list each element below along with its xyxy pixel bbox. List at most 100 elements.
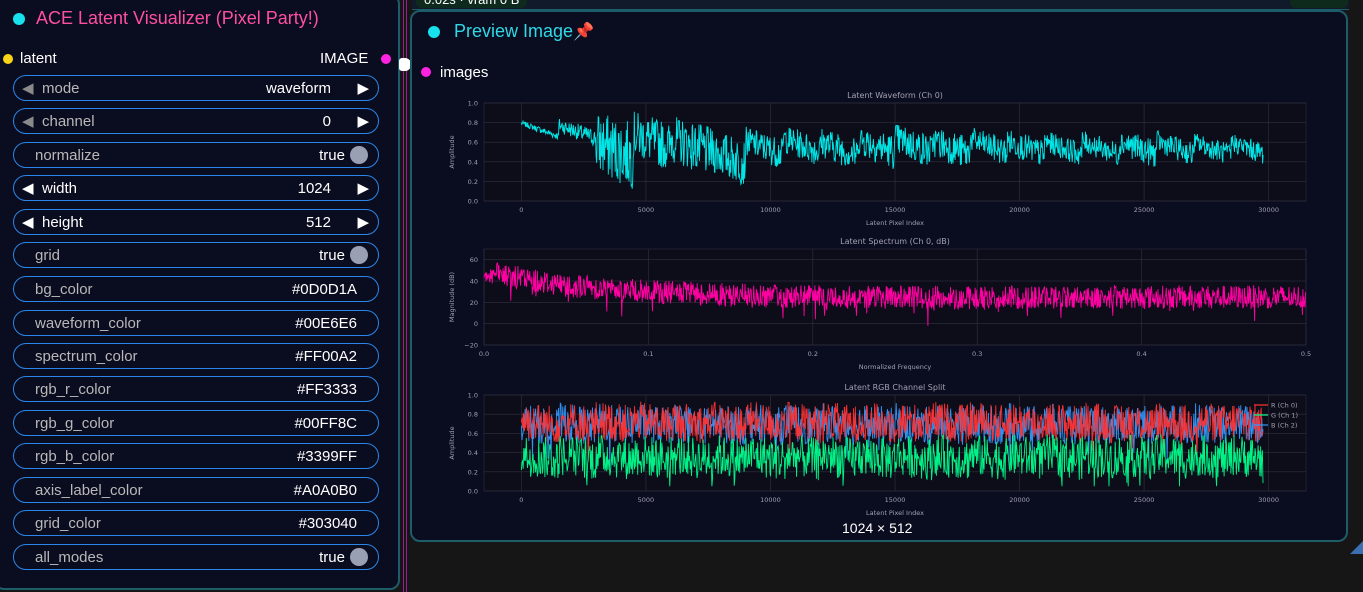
decrement-arrow-icon[interactable]: ◀ (22, 79, 34, 97)
widget-grid[interactable]: grid true (13, 242, 379, 268)
preview-title-text: Preview Image (454, 21, 574, 41)
x-axis-label: Latent Pixel Index (866, 219, 924, 227)
chart-title: Latent RGB Channel Split (844, 383, 945, 392)
latent-input-slot-dot[interactable] (3, 54, 13, 64)
y-axis-label: Magnitude (dB) (448, 272, 456, 322)
widget-value: 1024 (297, 180, 331, 197)
increment-arrow-icon[interactable]: ▶ (357, 112, 369, 130)
decrement-arrow-icon[interactable]: ◀ (22, 112, 34, 130)
preview-node-title: Preview Image📌 (454, 21, 594, 42)
x-tick-label: 5000 (638, 496, 655, 504)
widget-label: all_modes (35, 549, 104, 566)
widget-channel[interactable]: ◀ channel 0 ▶ (13, 108, 379, 134)
widget-grid-color[interactable]: grid_color #303040 (13, 510, 379, 536)
x-tick-label: 0.5 (1301, 350, 1311, 358)
widget-width[interactable]: ◀ width 1024 ▶ (13, 175, 379, 201)
widget-value: #FF00A2 (295, 348, 357, 365)
node-collapse-dot[interactable] (428, 26, 440, 38)
widget-value: #00FF8C (294, 415, 357, 432)
y-tick-label: 60 (470, 256, 478, 264)
y-tick-label: 0.4 (468, 158, 478, 166)
legend-label: G (Ch 1) (1271, 412, 1298, 420)
widget-bg-color[interactable]: bg_color #0D0D1A (13, 276, 379, 302)
widget-label: bg_color (35, 281, 93, 298)
widget-value: #0D0D1A (291, 281, 357, 298)
x-tick-label: 20000 (1009, 496, 1030, 504)
y-tick-label: 20 (470, 299, 478, 307)
widget-label: normalize (35, 147, 101, 164)
y-tick-label: 1.0 (468, 100, 478, 108)
chart-title: Latent Waveform (Ch 0) (847, 91, 943, 100)
pushpin-icon[interactable]: 📌 (573, 22, 594, 41)
execution-stats-badge: 0.02s · vram 0 B (416, 0, 528, 8)
y-tick-label: 0.0 (468, 488, 478, 496)
widget-rgb-g-color[interactable]: rgb_g_color #00FF8C (13, 410, 379, 436)
legend-label: B (Ch 2) (1271, 422, 1297, 430)
widget-height[interactable]: ◀ height 512 ▶ (13, 209, 379, 235)
toggle-knob-icon[interactable] (350, 246, 368, 264)
decrement-arrow-icon[interactable]: ◀ (22, 179, 34, 197)
widget-label: rgb_g_color (35, 415, 115, 432)
y-tick-label: 1.0 (468, 392, 478, 400)
image-output-label: IMAGE (320, 50, 369, 67)
widget-value: waveform (265, 80, 331, 97)
x-axis-label: Normalized Frequency (859, 363, 932, 371)
decrement-arrow-icon[interactable]: ◀ (22, 213, 34, 231)
widget-all-modes[interactable]: all_modes true (13, 544, 379, 570)
x-tick-label: 5000 (638, 206, 655, 214)
widget-mode[interactable]: ◀ mode waveform ▶ (13, 75, 379, 101)
x-tick-label: 0.1 (643, 350, 653, 358)
image-output-slot-dot[interactable] (381, 54, 391, 64)
widget-label: channel (42, 113, 95, 130)
x-tick-label: 0.4 (1136, 350, 1146, 358)
image-dimensions: 1024 × 512 (842, 520, 913, 536)
x-tick-label: 20000 (1009, 206, 1030, 214)
widget-normalize[interactable]: normalize true (13, 142, 379, 168)
widget-label: mode (42, 80, 80, 97)
x-tick-label: 25000 (1134, 496, 1155, 504)
upstream-node-badge (1290, 0, 1348, 8)
widget-value: true (319, 147, 345, 164)
y-tick-label: 0.8 (468, 119, 478, 127)
preview-image-charts: Latent Waveform (Ch 0) Latent Pixel Index… (448, 91, 1311, 517)
widget-spectrum-color[interactable]: spectrum_color #FF00A2 (13, 343, 379, 369)
toggle-knob-icon[interactable] (350, 146, 368, 164)
increment-arrow-icon[interactable]: ▶ (357, 79, 369, 97)
x-tick-label: 10000 (760, 496, 781, 504)
increment-arrow-icon[interactable]: ▶ (357, 179, 369, 197)
x-tick-label: 0.2 (808, 350, 818, 358)
resize-handle[interactable] (1350, 541, 1363, 554)
widget-value: 512 (305, 214, 331, 231)
legend-label: R (Ch 0) (1271, 402, 1298, 410)
y-tick-label: 0.6 (468, 139, 478, 147)
increment-arrow-icon[interactable]: ▶ (357, 213, 369, 231)
widget-label: grid (35, 247, 61, 264)
y-axis-label: Amplitude (448, 426, 456, 459)
x-tick-label: 0.3 (972, 350, 982, 358)
widget-value: #A0A0B0 (293, 482, 357, 499)
widget-label: spectrum_color (35, 348, 138, 365)
images-input-slot-dot[interactable] (421, 67, 431, 77)
y-tick-label: 40 (470, 278, 478, 286)
widget-value: true (319, 247, 345, 264)
widget-waveform-color[interactable]: waveform_color #00E6E6 (13, 310, 379, 336)
y-tick-label: 0.8 (468, 411, 478, 419)
widget-rgb-r-color[interactable]: rgb_r_color #FF3333 (13, 376, 379, 402)
x-tick-label: 25000 (1134, 206, 1155, 214)
widget-label: rgb_r_color (35, 381, 111, 398)
y-tick-label: 0.0 (468, 198, 478, 206)
x-tick-label: 15000 (885, 206, 906, 214)
widget-axis-label-color[interactable]: axis_label_color #A0A0B0 (13, 477, 379, 503)
widget-label: rgb_b_color (35, 448, 115, 465)
toggle-knob-icon[interactable] (350, 548, 368, 566)
widget-label: height (42, 214, 83, 231)
y-tick-label: 0.2 (468, 178, 478, 186)
x-tick-label: 15000 (885, 496, 906, 504)
widget-rgb-b-color[interactable]: rgb_b_color #3399FF (13, 443, 379, 469)
connection-link (403, 0, 407, 592)
node-collapse-dot[interactable] (13, 13, 25, 25)
x-axis-label: Latent Pixel Index (866, 509, 924, 517)
x-tick-label: 0 (519, 496, 523, 504)
x-tick-label: 0.0 (479, 350, 489, 358)
widget-label: width (42, 180, 78, 197)
